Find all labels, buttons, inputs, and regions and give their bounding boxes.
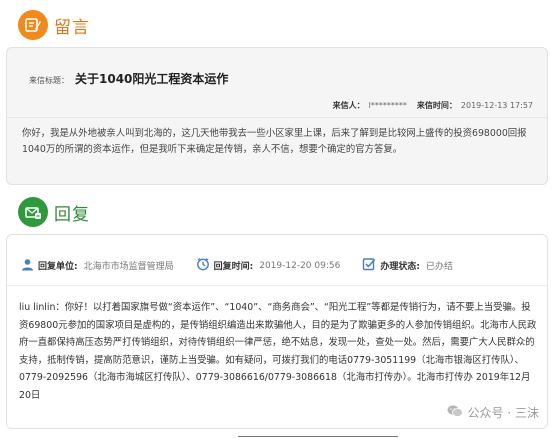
- letter-body: 你好，我是从外地被亲人叫到北海的，这几天他带我去一些小区家里上课，后来了解到是比…: [22, 128, 527, 155]
- message-edit-icon: [18, 10, 48, 40]
- message-section-title: 留言: [54, 17, 90, 38]
- letter-date-value: 2019-12-13 17:57: [460, 101, 533, 110]
- message-section-header: 留言: [18, 10, 90, 40]
- letter-title-row: 来信标题： 关于1040阳光工程资本运作: [29, 70, 228, 87]
- user-icon: [21, 258, 34, 274]
- watermark-text: 公众号 · 三沫: [467, 406, 539, 420]
- letter-card: 来信标题： 关于1040阳光工程资本运作 来信人： l********* 来信时间…: [6, 47, 548, 185]
- reply-time-field: 回复时间: 2019-12-20 09:56: [196, 257, 341, 274]
- sender-field: 来信人： l*********: [333, 100, 407, 111]
- reply-mail-icon: [18, 197, 48, 227]
- reply-unit-label: 回复单位:: [38, 262, 78, 272]
- reply-status-label: 办理状态:: [380, 262, 420, 272]
- wechat-icon: [447, 404, 463, 421]
- letter-divider: [7, 117, 547, 118]
- clock-icon: [196, 257, 210, 274]
- check-square-icon: [362, 257, 376, 274]
- sender-label: 来信人：: [332, 101, 365, 110]
- letter-date-label: 来信时间：: [416, 101, 457, 110]
- reply-divider: [7, 285, 547, 286]
- reply-meta: 回复单位: 北海市市场监督管理局 回复时间: 2019-12-20 09:56: [21, 257, 475, 274]
- reply-card: 回复单位: 北海市市场监督管理局 回复时间: 2019-12-20 09:56: [6, 234, 548, 429]
- bottom-divider: [238, 436, 398, 437]
- reply-time-label: 回复时间:: [213, 262, 254, 272]
- reply-time-value: 2019-12-20 09:56: [259, 260, 341, 271]
- reply-unit-field: 回复单位: 北海市市场监督管理局: [21, 258, 174, 274]
- letter-title: 关于1040阳光工程资本运作: [75, 72, 229, 86]
- reply-status-field: 办理状态: 已办结: [362, 257, 453, 274]
- reply-section-title: 回复: [54, 204, 90, 225]
- reply-status-value: 已办结: [425, 262, 453, 272]
- letter-date-field: 来信时间： 2019-12-13 17:57: [417, 100, 533, 111]
- letter-title-label: 来信标题：: [29, 76, 69, 85]
- reply-section-header: 回复: [18, 197, 90, 227]
- watermark: 公众号 · 三沫: [447, 404, 539, 421]
- sender-info: 来信人： l********* 来信时间： 2019-12-13 17:57: [333, 100, 533, 111]
- reply-unit-value: 北海市市场监督管理局: [83, 262, 174, 272]
- sender-value: l*********: [368, 101, 407, 110]
- reply-body: liu linlin：你好！以打着国家旗号做“资本运作”、“1040”、“商务商…: [19, 302, 537, 401]
